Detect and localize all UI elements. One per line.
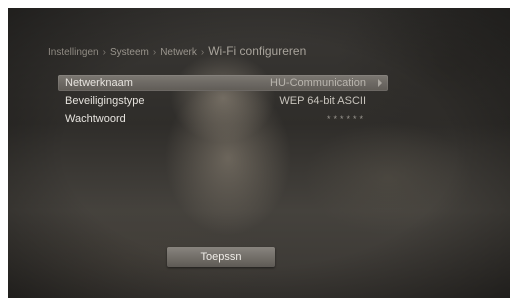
network-name-value: HU-Communication — [270, 77, 366, 89]
password-label: Wachtwoord — [65, 113, 126, 125]
breadcrumb-item-system[interactable]: Systeem — [110, 47, 149, 58]
tv-screen: Instellingen › Systeem › Netwerk › Wi-Fi confi… — [8, 8, 510, 298]
security-type-value: WEP 64-bit ASCII — [279, 95, 366, 107]
breadcrumb-separator: › — [200, 47, 205, 58]
network-name-label: Netwerknaam — [65, 77, 133, 89]
breadcrumb-separator: › — [152, 47, 157, 58]
chevron-right-icon — [378, 79, 382, 87]
password-value: ****** — [326, 114, 366, 124]
apply-button[interactable]: Toepssn — [167, 247, 275, 267]
settings-row-password[interactable]: Wachtwoord ****** — [58, 111, 388, 127]
breadcrumb: Instellingen › Systeem › Netwerk › Wi-Fi confi… — [48, 44, 306, 58]
settings-row-security-type[interactable]: Beveiligingstype WEP 64-bit ASCII — [58, 93, 388, 109]
wifi-settings-list: Netwerknaam HU-Communication Beveiliging… — [58, 75, 388, 129]
page-title: Wi-Fi configureren — [208, 44, 307, 58]
breadcrumb-separator: › — [102, 47, 106, 58]
breadcrumb-item-settings[interactable]: Instellingen — [48, 47, 99, 58]
security-type-label: Beveiligingstype — [65, 95, 145, 107]
settings-row-network-name[interactable]: Netwerknaam HU-Communication — [58, 75, 388, 91]
breadcrumb-item-network[interactable]: Netwerk — [160, 47, 197, 58]
